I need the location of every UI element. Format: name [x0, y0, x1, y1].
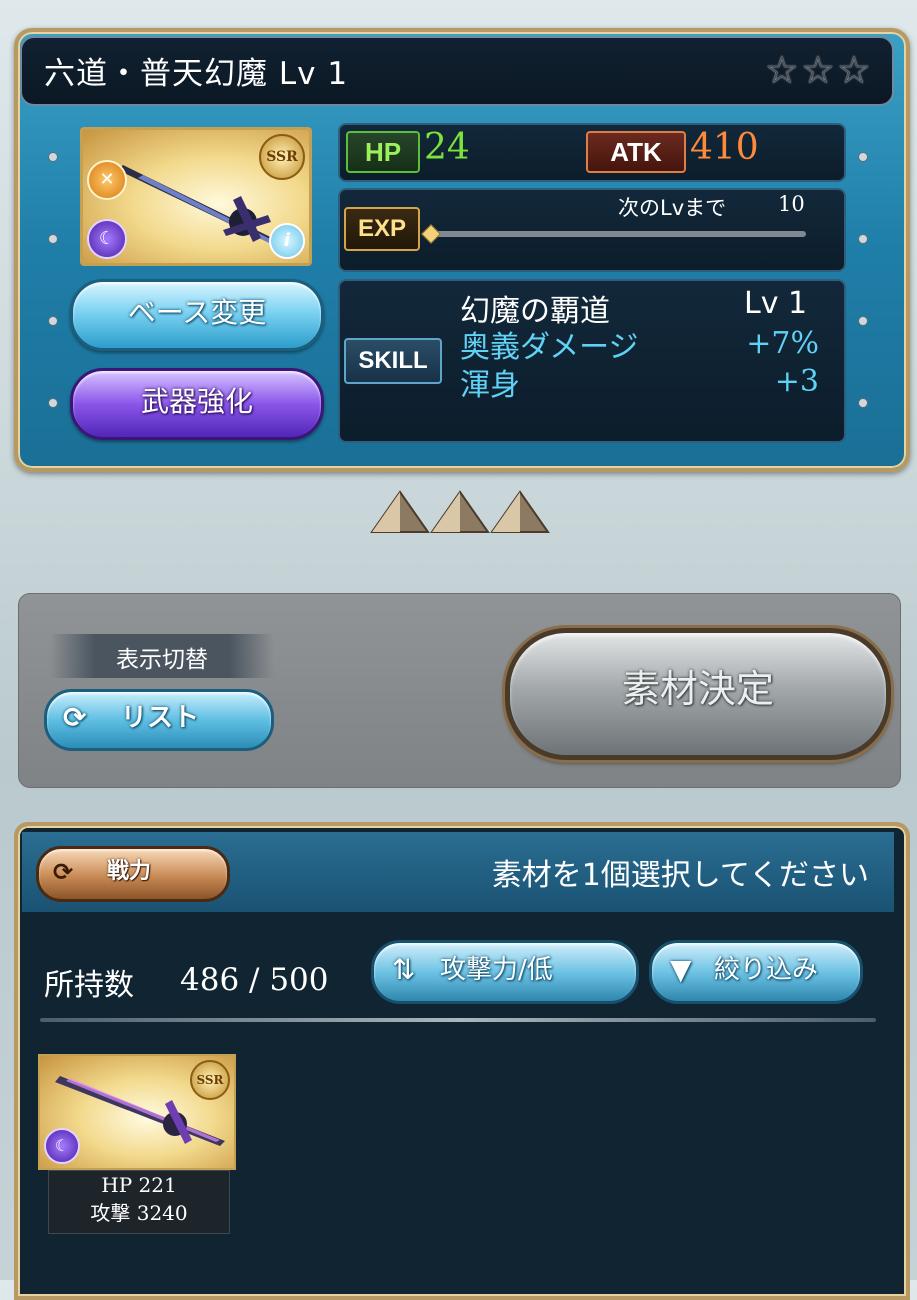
- skill-effect-name: 渾身: [460, 368, 520, 403]
- list-divider: [40, 1018, 876, 1022]
- sort-power-label: 戦力: [107, 859, 152, 884]
- change-base-button[interactable]: ベース変更: [70, 279, 324, 351]
- owned-count-value: 486 / 500: [180, 962, 329, 998]
- dark-element-icon: ☾: [44, 1128, 80, 1164]
- ssr-badge: SSR: [259, 134, 305, 180]
- exp-progress-bar: [428, 231, 806, 237]
- funnel-icon: ▼: [670, 953, 692, 986]
- filter-label: 絞り込み: [714, 955, 819, 985]
- next-level-label: 次のLvまで: [618, 196, 727, 220]
- hp-label: HP: [346, 131, 420, 173]
- atk-label: ATK: [586, 131, 686, 173]
- hp-value: 24: [424, 127, 470, 168]
- weapon-image[interactable]: SSR ✕ ☾ i: [80, 127, 312, 266]
- atk-value: 410: [690, 127, 759, 168]
- skill-level: Lv 1: [744, 286, 808, 321]
- weapon-title: 六道・普天幻魔 Lv 1: [44, 56, 349, 92]
- exp-label: EXP: [344, 207, 420, 251]
- rivet-icon: [858, 316, 868, 326]
- uncap-pyramid-icon: [430, 490, 490, 533]
- rivet-icon: [48, 234, 58, 244]
- sort-power-button[interactable]: ⟳ 戦力: [36, 846, 230, 902]
- material-item-hp: HP 221: [101, 1173, 177, 1197]
- refresh-icon: ⟳: [53, 858, 74, 886]
- rivet-icon: [858, 398, 868, 408]
- filter-button[interactable]: ▼ 絞り込み: [649, 940, 863, 1004]
- skill-label: SKILL: [344, 338, 442, 384]
- owned-count-label: 所持数: [44, 968, 134, 1003]
- sword-type-icon: ✕: [87, 160, 127, 200]
- next-level-value: 10: [778, 192, 805, 216]
- enhance-weapon-button[interactable]: 武器強化: [70, 368, 324, 440]
- skill-effect-value: +3: [774, 364, 819, 399]
- skill-effect-value: +7%: [746, 326, 819, 361]
- uncap-pyramid-icon: [370, 490, 430, 533]
- display-toggle-label: 表示切替: [116, 647, 208, 673]
- sort-order-button[interactable]: ⇅ 攻撃力/低: [371, 940, 639, 1004]
- uncap-pyramid-icons: [370, 490, 550, 533]
- material-item[interactable]: SSR ☾ HP 221 攻撃 3240: [38, 1054, 236, 1234]
- list-view-button[interactable]: ⟳ リスト: [44, 689, 274, 751]
- rivet-icon: [48, 398, 58, 408]
- material-item-image: SSR ☾: [38, 1054, 236, 1170]
- rivet-icon: [48, 316, 58, 326]
- rarity-stars-icon: ☆☆☆: [764, 48, 873, 92]
- material-item-atk: 攻撃 3240: [90, 1201, 188, 1225]
- info-icon[interactable]: i: [269, 223, 305, 259]
- rivet-icon: [858, 234, 868, 244]
- sort-arrows-icon: ⇅: [392, 953, 416, 986]
- dark-element-icon: ☾: [87, 219, 127, 259]
- rivet-icon: [858, 152, 868, 162]
- rivet-icon: [48, 152, 58, 162]
- refresh-icon: ⟳: [63, 701, 87, 734]
- list-view-label: リスト: [121, 703, 200, 733]
- confirm-material-button[interactable]: 素材決定: [505, 628, 891, 760]
- ssr-badge: SSR: [190, 1060, 230, 1100]
- sort-order-label: 攻撃力/低: [440, 955, 553, 985]
- material-instruction: 素材を1個選択してください: [491, 858, 869, 893]
- uncap-pyramid-icon: [490, 490, 550, 533]
- material-item-stats: HP 221 攻撃 3240: [48, 1170, 230, 1234]
